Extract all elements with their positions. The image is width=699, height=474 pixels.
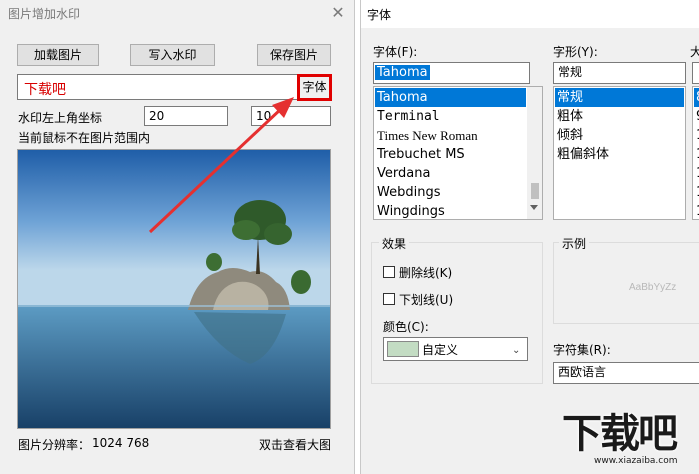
color-swatch: [387, 341, 419, 357]
size-list-item[interactable]: 9: [694, 107, 699, 126]
underline-checkbox[interactable]: [383, 293, 395, 305]
font-name-input[interactable]: Tahoma: [373, 62, 530, 84]
sample-text: AaBbYyZz: [629, 282, 677, 293]
effects-label: 效果: [379, 235, 410, 252]
color-label: 颜色(C):: [383, 320, 429, 334]
size-list[interactable]: 8 9 1 1 1 1 1: [692, 86, 699, 220]
site-watermark: 下载吧 www.xiazaiba.com: [560, 412, 699, 474]
font-label: 字体(F):: [373, 45, 418, 59]
color-select-value: 自定义: [422, 343, 459, 357]
style-list-item[interactable]: 常规: [555, 88, 684, 107]
font-list-item[interactable]: Tahoma: [375, 88, 526, 107]
size-list-item[interactable]: 1: [694, 183, 699, 202]
scrollbar-thumb[interactable]: [531, 183, 539, 199]
style-list[interactable]: 常规 粗体 倾斜 粗偏斜体: [553, 86, 686, 220]
scroll-down-icon[interactable]: [530, 205, 538, 210]
style-input[interactable]: 常规: [553, 62, 686, 84]
watermark-brand: 下载吧: [562, 411, 678, 457]
font-list-scrollbar[interactable]: [527, 87, 542, 219]
sample-label: 示例: [559, 235, 590, 252]
size-list-item[interactable]: 1: [694, 126, 699, 145]
size-input[interactable]: [692, 62, 699, 84]
charset-select[interactable]: 西欧语言: [553, 362, 699, 384]
dialog-titlebar: 字体: [361, 0, 699, 28]
font-list-item[interactable]: Wingdings: [375, 202, 541, 219]
size-list-item[interactable]: 1: [694, 164, 699, 183]
font-list-item[interactable]: Webdings: [375, 183, 541, 202]
color-select[interactable]: 自定义 ⌄: [383, 337, 528, 361]
effects-group: [371, 242, 543, 384]
chevron-down-icon: ⌄: [512, 345, 521, 356]
font-dialog: 字体 字体(F): Tahoma Tahoma Terminal Times N…: [360, 0, 699, 474]
size-list-item[interactable]: 1: [694, 145, 699, 164]
font-list-item[interactable]: Verdana: [375, 164, 541, 183]
dialog-title: 字体: [367, 8, 392, 22]
style-label: 字形(Y):: [553, 45, 598, 59]
sample-group: [553, 242, 699, 324]
strikeout-label: 删除线(K): [399, 266, 453, 280]
font-name-value: Tahoma: [375, 65, 430, 80]
size-list-item[interactable]: 8: [694, 88, 699, 107]
size-label: 大: [690, 45, 699, 59]
style-list-item[interactable]: 粗偏斜体: [555, 145, 684, 164]
watermark-url: www.xiazaiba.com: [594, 456, 678, 466]
style-list-item[interactable]: 粗体: [555, 107, 684, 126]
charset-label: 字符集(R):: [553, 343, 611, 357]
size-list-item[interactable]: 1: [694, 202, 699, 219]
font-list-item[interactable]: Terminal: [375, 107, 541, 126]
font-list-item[interactable]: Trebuchet MS: [375, 145, 541, 164]
font-list[interactable]: Tahoma Terminal Times New Roman Trebuche…: [373, 86, 543, 220]
underline-label: 下划线(U): [399, 293, 454, 307]
font-list-item[interactable]: Times New Roman: [375, 126, 541, 145]
style-list-item[interactable]: 倾斜: [555, 126, 684, 145]
strikeout-checkbox[interactable]: [383, 266, 395, 278]
